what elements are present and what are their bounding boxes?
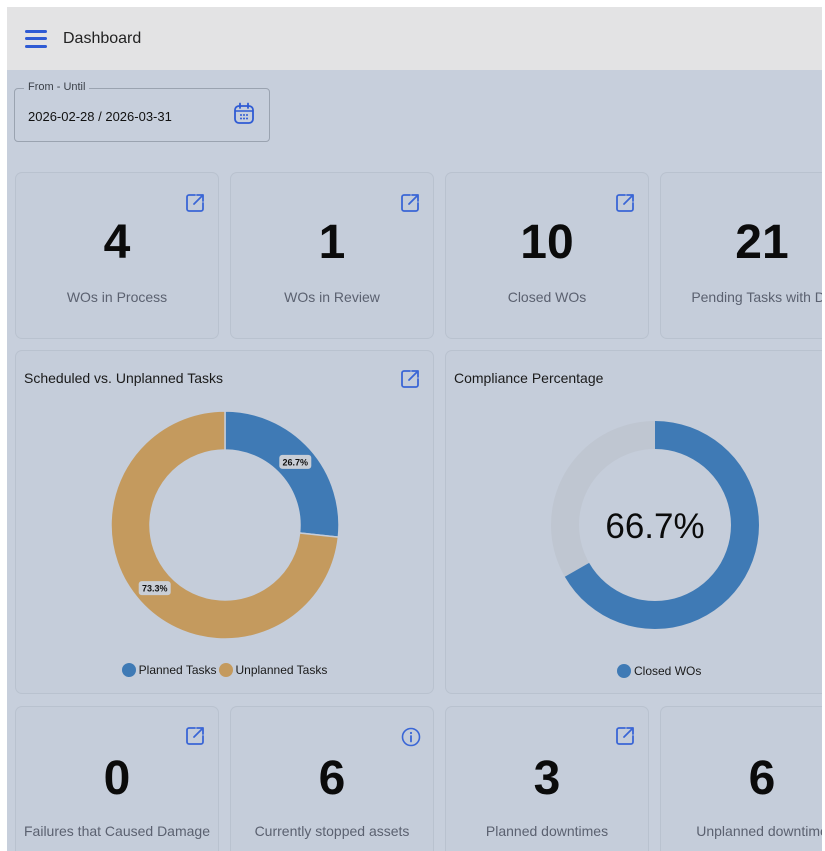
- stat-label: WOs in Review: [284, 289, 380, 305]
- planned-swatch: [121, 663, 136, 677]
- stat-value: 21: [735, 216, 789, 269]
- slice-data-label: 26.7%: [279, 454, 312, 469]
- stat-value: 4: [103, 216, 131, 269]
- open-external-icon[interactable]: [399, 368, 421, 390]
- scheduled-vs-unplanned-card: Scheduled vs. Unplanned Tasks 26.7% 73.3%…: [16, 351, 433, 693]
- legend-label: Planned Tasks: [138, 663, 217, 677]
- stat-value: 6: [748, 752, 776, 805]
- app-window: Dashboard From - Until 2026-02-28 / 2026…: [7, 7, 822, 851]
- chart-legend: Closed WOs: [446, 664, 822, 678]
- legend-item[interactable]: Planned Tasks: [121, 663, 217, 677]
- legend-label: Unplanned Tasks: [235, 663, 328, 677]
- data-label-text: 73.3%: [142, 584, 168, 594]
- stat-label: Failures that Caused Damage: [24, 823, 210, 839]
- open-external-icon[interactable]: [614, 725, 636, 747]
- chart-legend: Planned Tasks Unplanned Tasks: [16, 663, 433, 677]
- chart-title: Compliance Percentage: [454, 370, 604, 386]
- stat-card-unplanned-downtime: 6 Unplanned downtime: [661, 707, 822, 851]
- stat-value: 10: [520, 216, 574, 269]
- data-label-text: 26.7%: [283, 457, 309, 467]
- stat-label: Unplanned downtime: [696, 823, 822, 839]
- chart-title: Scheduled vs. Unplanned Tasks: [24, 370, 223, 386]
- stat-value: 0: [103, 752, 131, 805]
- open-external-icon[interactable]: [184, 725, 206, 747]
- calendar-icon[interactable]: [233, 102, 255, 126]
- date-range-value: 2026-02-28 / 2026-03-31: [28, 109, 172, 124]
- legend-item[interactable]: Closed WOs: [617, 664, 701, 678]
- stat-card-wos-in-review: 1 WOs in Review: [231, 173, 433, 338]
- compliance-percentage-card: Compliance Percentage 66.7% Closed WOs: [446, 351, 822, 693]
- stat-card-wos-in-process: 4 WOs in Process: [16, 173, 218, 338]
- stat-value: 6: [318, 752, 346, 805]
- stat-label: Currently stopped assets: [254, 823, 410, 839]
- legend-label: Closed WOs: [634, 664, 702, 678]
- stat-card-failures: 0 Failures that Caused Damage: [16, 707, 218, 851]
- stat-label: Planned downtimes: [485, 823, 609, 839]
- compliance-center-label: 66.7%: [605, 507, 704, 546]
- stat-label: Closed WOs: [507, 289, 587, 305]
- stat-card-stopped-assets: 6 Currently stopped assets: [231, 707, 433, 851]
- menu-icon[interactable]: [25, 29, 47, 48]
- stat-label: WOs in Process: [66, 289, 168, 305]
- slice-data-label: 73.3%: [138, 581, 171, 596]
- stat-card-planned-downtimes: 3 Planned downtimes: [446, 707, 648, 851]
- stat-label: Pending Tasks with De: [691, 289, 822, 305]
- date-range-field[interactable]: From - Until 2026-02-28 / 2026-03-31: [14, 81, 270, 142]
- stat-value: 3: [533, 752, 561, 805]
- stat-card-pending-tasks: 21 Pending Tasks with De: [661, 173, 822, 338]
- donut-slice-planned: [224, 410, 340, 538]
- tasks-donut-chart: 26.7% 73.3%: [110, 410, 340, 640]
- open-external-icon[interactable]: [399, 192, 421, 214]
- unplanned-swatch: [218, 663, 233, 677]
- page-title: Dashboard: [63, 29, 142, 47]
- legend-item[interactable]: Unplanned Tasks: [218, 663, 328, 677]
- compliance-donut-chart: 66.7%: [551, 421, 759, 629]
- stat-card-closed-wos: 10 Closed WOs: [446, 173, 648, 338]
- closed-wos-swatch: [617, 664, 631, 678]
- open-external-icon[interactable]: [614, 192, 636, 214]
- open-external-icon[interactable]: [184, 192, 206, 214]
- info-icon[interactable]: [401, 727, 421, 747]
- stat-value: 1: [318, 216, 346, 269]
- dashboard-content: From - Until 2026-02-28 / 2026-03-31 4 W…: [7, 70, 822, 851]
- top-bar: Dashboard: [7, 7, 822, 70]
- date-range-label: From - Until: [24, 81, 90, 93]
